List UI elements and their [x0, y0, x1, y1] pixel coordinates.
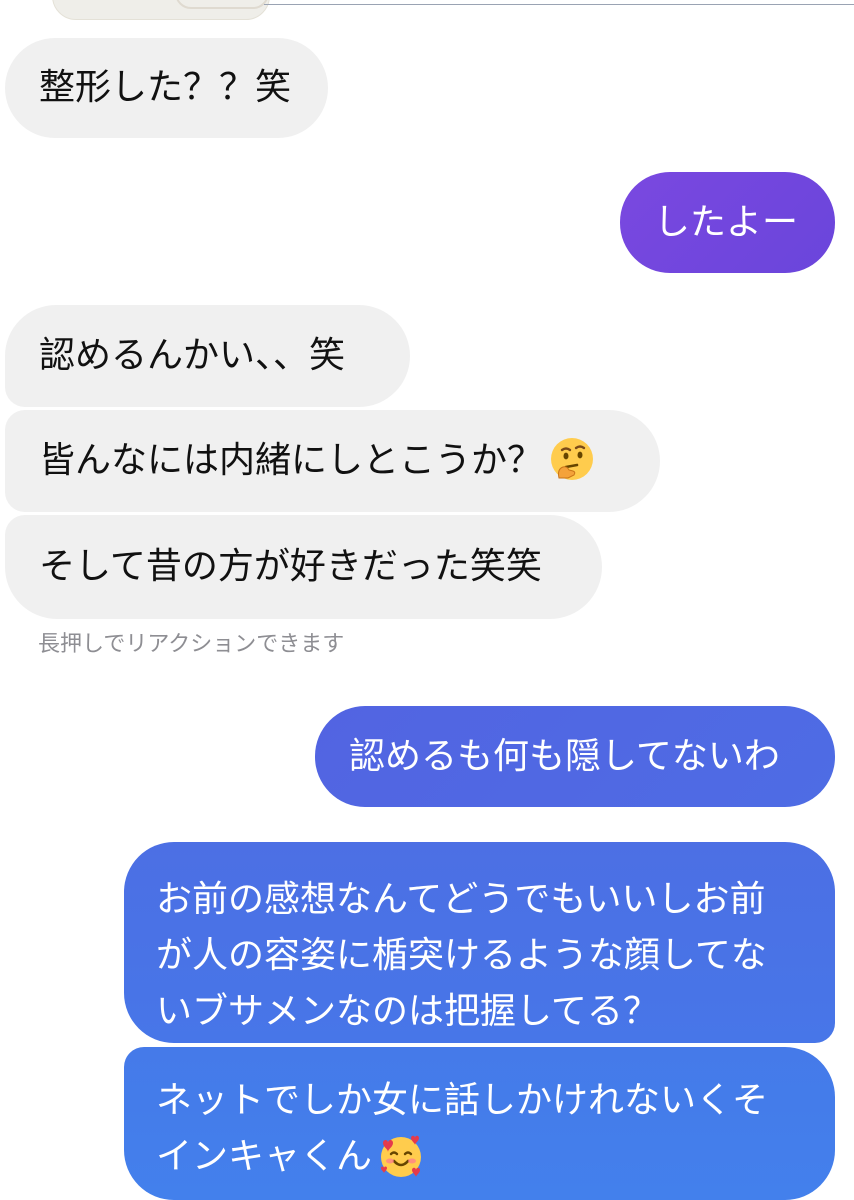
- sent-message-bubble[interactable]: お前の感想なんてどうでもいいしお前 が人の容姿に楯突けるような顔してな いブサメ…: [124, 842, 835, 1043]
- message-text: したよー: [654, 201, 799, 243]
- shared-photo-thumbnail[interactable]: [52, 0, 270, 20]
- sent-message-bubble[interactable]: ネットでしか女に話しかけれないくそ インキャくん: [124, 1047, 835, 1200]
- reaction-hint: 長押しでリアクションできます: [38, 632, 345, 657]
- message-text: インキャくん: [156, 1136, 373, 1177]
- sent-message-bubble[interactable]: したよー: [620, 172, 835, 273]
- message-text-line: いブサメンなのは把握してる？: [156, 991, 659, 1032]
- smiling-face-with-hearts-icon: [378, 1133, 424, 1179]
- message-text-line: ネットでしか女に話しかけれないくそ: [156, 1080, 769, 1121]
- message-text-line: インキャくん: [156, 1129, 815, 1185]
- message-text: そして昔の方が好きだった笑笑: [39, 546, 542, 587]
- received-message-bubble[interactable]: 整形した？？笑: [5, 38, 328, 138]
- message-text: 認めるんかい、、笑: [39, 335, 346, 376]
- message-text: 整形した？？笑: [39, 67, 292, 108]
- message-text: 皆んなには内緒にしとこうか？: [39, 440, 544, 481]
- message-text-line: が人の容姿に楯突けるような顔してな: [156, 935, 767, 976]
- message-text: 認めるも何も隠してないわ: [349, 735, 780, 777]
- message-text-line: お前の感想なんてどうでもいいしお前: [156, 879, 766, 920]
- sent-message-bubble[interactable]: 認めるも何も隠してないわ: [315, 706, 835, 807]
- received-message-bubble[interactable]: そして昔の方が好きだった笑笑: [5, 515, 602, 619]
- received-message-bubble[interactable]: 皆んなには内緒にしとこうか？: [5, 410, 660, 512]
- divider: [264, 4, 854, 5]
- thinking-face-icon: [549, 436, 595, 482]
- received-message-bubble[interactable]: 認めるんかい、、笑: [5, 305, 410, 407]
